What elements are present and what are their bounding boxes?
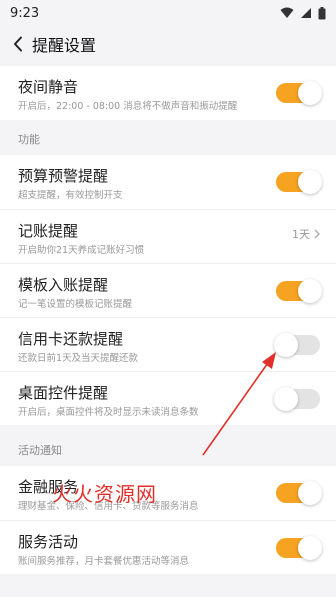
annotation-arrow [202,352,276,456]
watermark-text: 火火资源网 [52,482,157,506]
